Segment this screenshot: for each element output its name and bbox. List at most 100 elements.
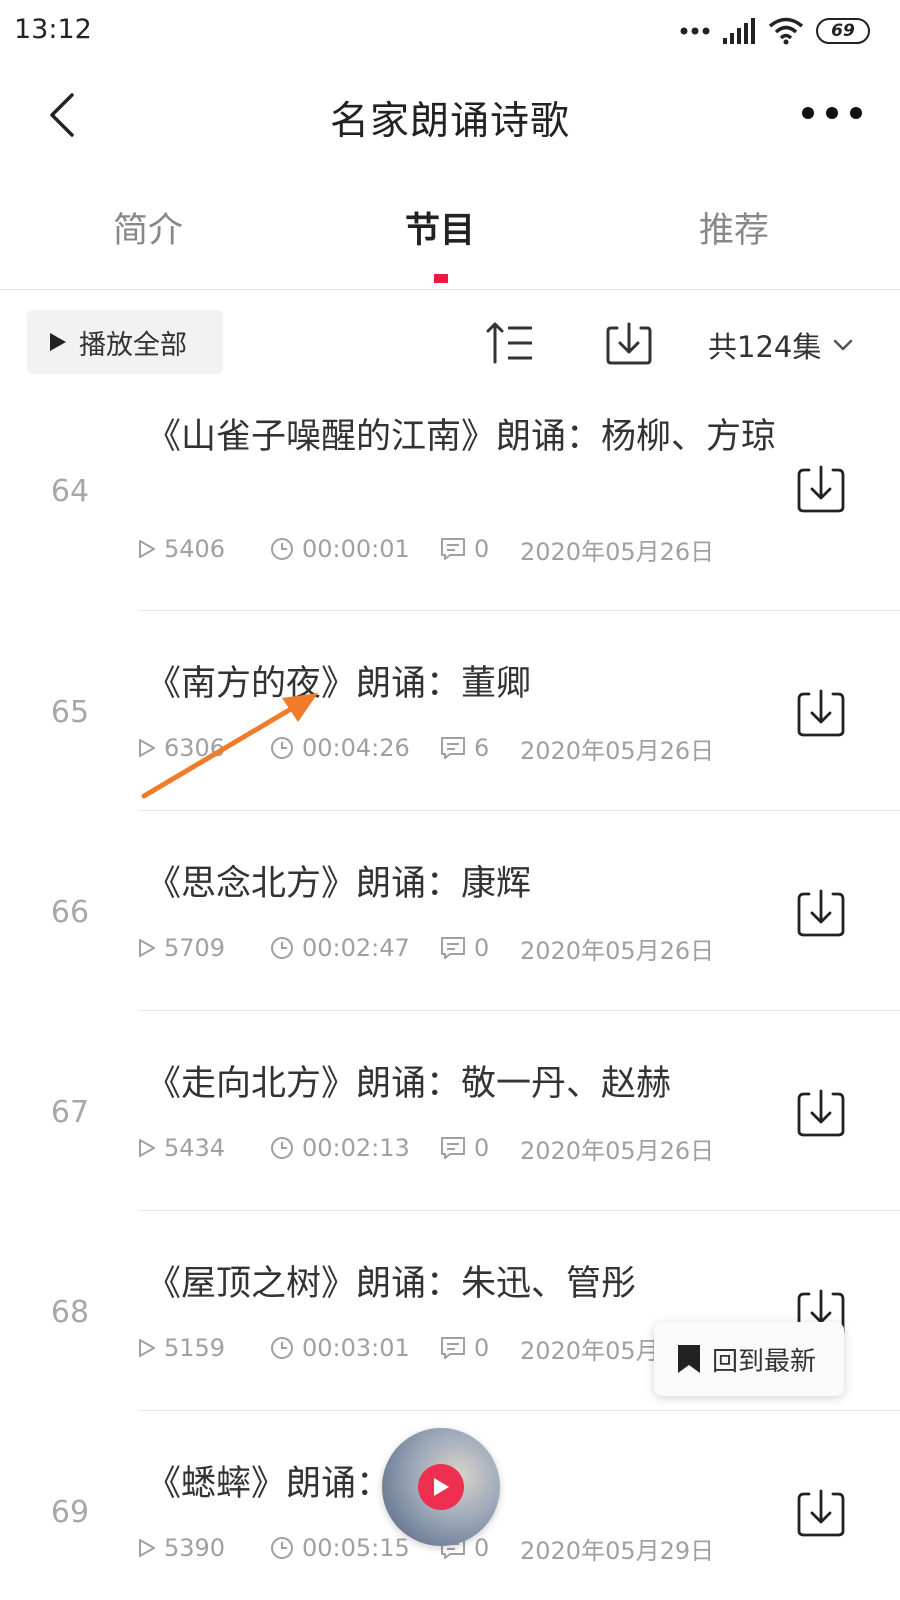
episode-number: 64	[50, 474, 90, 509]
duration: 00:03:01	[302, 1334, 410, 1362]
episode-download-button[interactable]	[796, 1488, 846, 1538]
episode-number: 66	[50, 895, 90, 930]
download-icon	[797, 465, 845, 513]
sort-button[interactable]	[486, 320, 536, 366]
play-count: 5434	[164, 1134, 226, 1162]
play-all-button[interactable]: 播放全部	[27, 310, 223, 374]
duration: 00:05:15	[302, 1534, 410, 1562]
episode-row[interactable]: 67 《走向北方》朗诵：敬一丹、赵赫 5434 00:02:13 0 2020年…	[0, 1011, 900, 1211]
episode-title[interactable]: 《走向北方》朗诵：敬一丹、赵赫	[146, 1059, 786, 1109]
back-to-latest-label: 回到最新	[712, 1346, 817, 1377]
header: 名家朗诵诗歌	[0, 70, 900, 160]
comment-icon	[441, 1337, 465, 1359]
download-icon	[797, 889, 845, 937]
duration: 00:00:01	[302, 535, 410, 563]
comment-icon	[441, 937, 465, 959]
status-time: 13:12	[14, 14, 92, 45]
download-icon	[797, 1089, 845, 1137]
comment-icon	[441, 538, 465, 560]
clock-icon	[271, 1137, 293, 1159]
play-icon	[139, 1339, 155, 1357]
comment-count: 0	[474, 535, 490, 563]
episode-title[interactable]: 《思念北方》朗诵：康辉	[146, 859, 786, 909]
comment-icon	[441, 737, 465, 759]
signal-icon	[723, 18, 755, 44]
duration: 00:02:47	[302, 934, 410, 962]
episode-number: 68	[50, 1295, 90, 1330]
episode-count: 共124集	[708, 330, 822, 364]
comment-count: 0	[474, 934, 490, 962]
play-all-label: 播放全部	[79, 329, 187, 361]
episode-row[interactable]: 64 《山雀子噪醒的江南》朗诵：杨柳、方琼 5406 00:00:01 0 20…	[0, 390, 900, 611]
publish-date: 2020年05月	[520, 1336, 660, 1365]
sort-icon	[486, 322, 532, 364]
chevron-down-icon	[834, 339, 853, 351]
episode-meta: 5159 00:03:01 0 2020年05月	[138, 1333, 660, 1365]
download-icon	[606, 322, 652, 365]
clock-icon	[271, 538, 293, 560]
mini-player-play-button[interactable]	[418, 1464, 464, 1510]
battery-indicator: 69	[816, 18, 870, 44]
play-count: 5406	[164, 535, 226, 563]
episode-meta: 5709 00:02:47 0 2020年05月26日	[138, 933, 715, 965]
download-icon	[797, 1489, 845, 1537]
episode-download-button[interactable]	[796, 688, 846, 738]
episode-title[interactable]: 《山雀子噪醒的江南》朗诵：杨柳、方琼	[146, 412, 786, 462]
episode-count-selector[interactable]: 共124集	[708, 324, 853, 366]
page-title: 名家朗诵诗歌	[329, 99, 570, 144]
episode-download-button[interactable]	[796, 464, 846, 514]
play-icon	[50, 333, 66, 351]
episode-number: 67	[50, 1095, 90, 1130]
play-icon	[434, 1478, 449, 1496]
clock-icon	[271, 1537, 293, 1559]
episode-title[interactable]: 《南方的夜》朗诵：董卿	[146, 659, 786, 709]
episode-download-button[interactable]	[796, 1088, 846, 1138]
download-icon	[797, 689, 845, 737]
mini-player[interactable]	[382, 1428, 500, 1546]
comment-count: 0	[474, 1134, 490, 1162]
clock-icon	[271, 1337, 293, 1359]
episode-meta: 5434 00:02:13 0 2020年05月26日	[138, 1133, 715, 1165]
play-icon	[139, 1539, 155, 1557]
episode-meta: 5406 00:00:01 0 2020年05月26日	[138, 534, 715, 566]
duration: 00:02:13	[302, 1134, 410, 1162]
clock-icon	[271, 737, 293, 759]
play-icon	[139, 1139, 155, 1157]
network-dots-icon	[680, 27, 710, 35]
tab-intro[interactable]: 简介	[48, 202, 248, 253]
comment-count: 6	[474, 734, 490, 762]
list-toolbar: 播放全部 共124集	[0, 310, 900, 376]
play-icon	[139, 540, 155, 558]
publish-date: 2020年05月26日	[520, 537, 715, 566]
clock-icon	[271, 937, 293, 959]
wifi-icon	[768, 17, 804, 45]
comment-count: 0	[474, 1334, 490, 1362]
episode-title[interactable]: 《屋顶之树》朗诵：朱迅、管彤	[146, 1259, 786, 1309]
more-icon	[802, 107, 814, 119]
publish-date: 2020年05月26日	[520, 736, 715, 765]
publish-date: 2020年05月29日	[520, 1536, 715, 1565]
episode-number: 69	[50, 1495, 90, 1530]
tab-recommend[interactable]: 推荐	[634, 202, 834, 253]
publish-date: 2020年05月26日	[520, 936, 715, 965]
tab-episodes[interactable]: 节目	[340, 202, 540, 253]
duration: 00:04:26	[302, 734, 410, 762]
back-to-latest-button[interactable]: 回到最新	[654, 1322, 844, 1396]
publish-date: 2020年05月26日	[520, 1136, 715, 1165]
play-icon	[139, 939, 155, 957]
tab-bar: 简介 节目 推荐	[0, 180, 900, 290]
status-bar: 13:12 69	[0, 0, 900, 64]
more-button[interactable]	[802, 98, 862, 128]
episode-download-button[interactable]	[796, 888, 846, 938]
episode-number: 65	[50, 695, 90, 730]
status-icons: 69	[680, 14, 870, 48]
comment-icon	[441, 1137, 465, 1159]
play-count: 6306	[164, 734, 226, 762]
play-count: 5709	[164, 934, 226, 962]
episode-meta: 6306 00:04:26 6 2020年05月26日	[138, 733, 715, 765]
batch-download-button[interactable]	[604, 320, 654, 366]
episode-row[interactable]: 66 《思念北方》朗诵：康辉 5709 00:02:47 0 2020年05月2…	[0, 811, 900, 1011]
play-icon	[139, 739, 155, 757]
episode-row[interactable]: 65 《南方的夜》朗诵：董卿 6306 00:04:26 6 2020年05月2…	[0, 611, 900, 811]
active-tab-indicator	[434, 274, 448, 283]
